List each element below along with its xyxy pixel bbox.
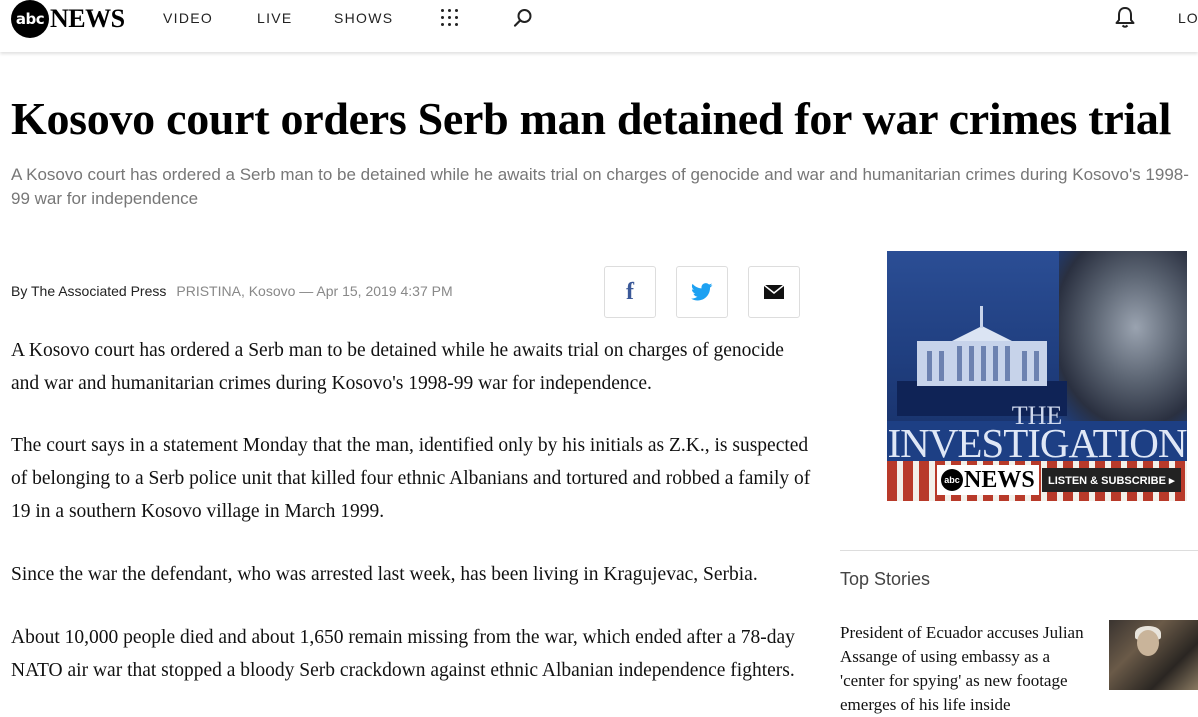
share-twitter-button[interactable]	[676, 266, 728, 318]
listen-subscribe-button[interactable]: LISTEN & SUBSCRIBE ▸	[1042, 468, 1181, 492]
search-icon[interactable]	[513, 8, 533, 28]
byline-author: By The Associated Press	[11, 283, 167, 299]
article-paragraph: About 10,000 people died and about 1,650…	[11, 627, 795, 681]
email-icon	[764, 285, 784, 299]
white-house-illustration	[897, 306, 1067, 416]
grid-dots-icon[interactable]	[441, 9, 458, 26]
bell-icon[interactable]	[1114, 5, 1136, 29]
byline-dateline: PRISTINA, Kosovo — Apr 15, 2019 4:37 PM	[176, 283, 453, 299]
article-paragraph: A Kosovo court has ordered a Serb man to…	[11, 340, 784, 394]
share-facebook-button[interactable]: f	[604, 266, 656, 318]
ad-abc-circle: abc	[941, 469, 963, 491]
facebook-icon: f	[626, 278, 634, 305]
abc-news-logo[interactable]: abc NEWS	[11, 0, 125, 38]
top-story-thumbnail[interactable]	[1109, 620, 1198, 690]
ad-news-wordmark: NEWS	[964, 466, 1035, 493]
ad-title-investigation: INVESTIGATION	[887, 420, 1187, 466]
top-stories-heading: Top Stories	[840, 569, 931, 589]
nav-shows-link[interactable]: SHOWS	[334, 10, 393, 26]
thumbnail-figure-face	[1137, 630, 1159, 656]
article-paragraph: Since the war the defendant, who was arr…	[11, 564, 758, 585]
sidebar-divider	[840, 550, 1198, 551]
ad-portrait-image	[1059, 251, 1187, 421]
nav-live-link[interactable]: LIVE	[257, 10, 293, 26]
article-headline: Kosovo court orders Serb man detained fo…	[11, 93, 1172, 144]
login-link[interactable]: LO	[1178, 10, 1198, 26]
news-wordmark: NEWS	[50, 4, 125, 33]
twitter-icon	[691, 283, 713, 301]
abc-logo-circle: abc	[11, 0, 49, 38]
article-subhead: A Kosovo court has ordered a Serb man to…	[11, 165, 1189, 208]
nav-video-link[interactable]: VIDEO	[163, 10, 213, 26]
top-story-link[interactable]: President of Ecuador accuses Julian Assa…	[840, 621, 1095, 717]
article-paragraph: The court says in a statement Monday tha…	[11, 435, 811, 522]
ad-abc-news-logo: abc NEWS	[937, 465, 1039, 495]
share-email-button[interactable]	[748, 266, 800, 318]
top-navigation: abc NEWS VIDEO LIVE SHOWS LO	[0, 0, 1198, 52]
the-investigation-podcast-ad[interactable]: THE INVESTIGATION abc NEWS LISTEN & SUBS…	[887, 251, 1187, 501]
article-byline: By The Associated Press PRISTINA, Kosovo …	[11, 283, 453, 299]
